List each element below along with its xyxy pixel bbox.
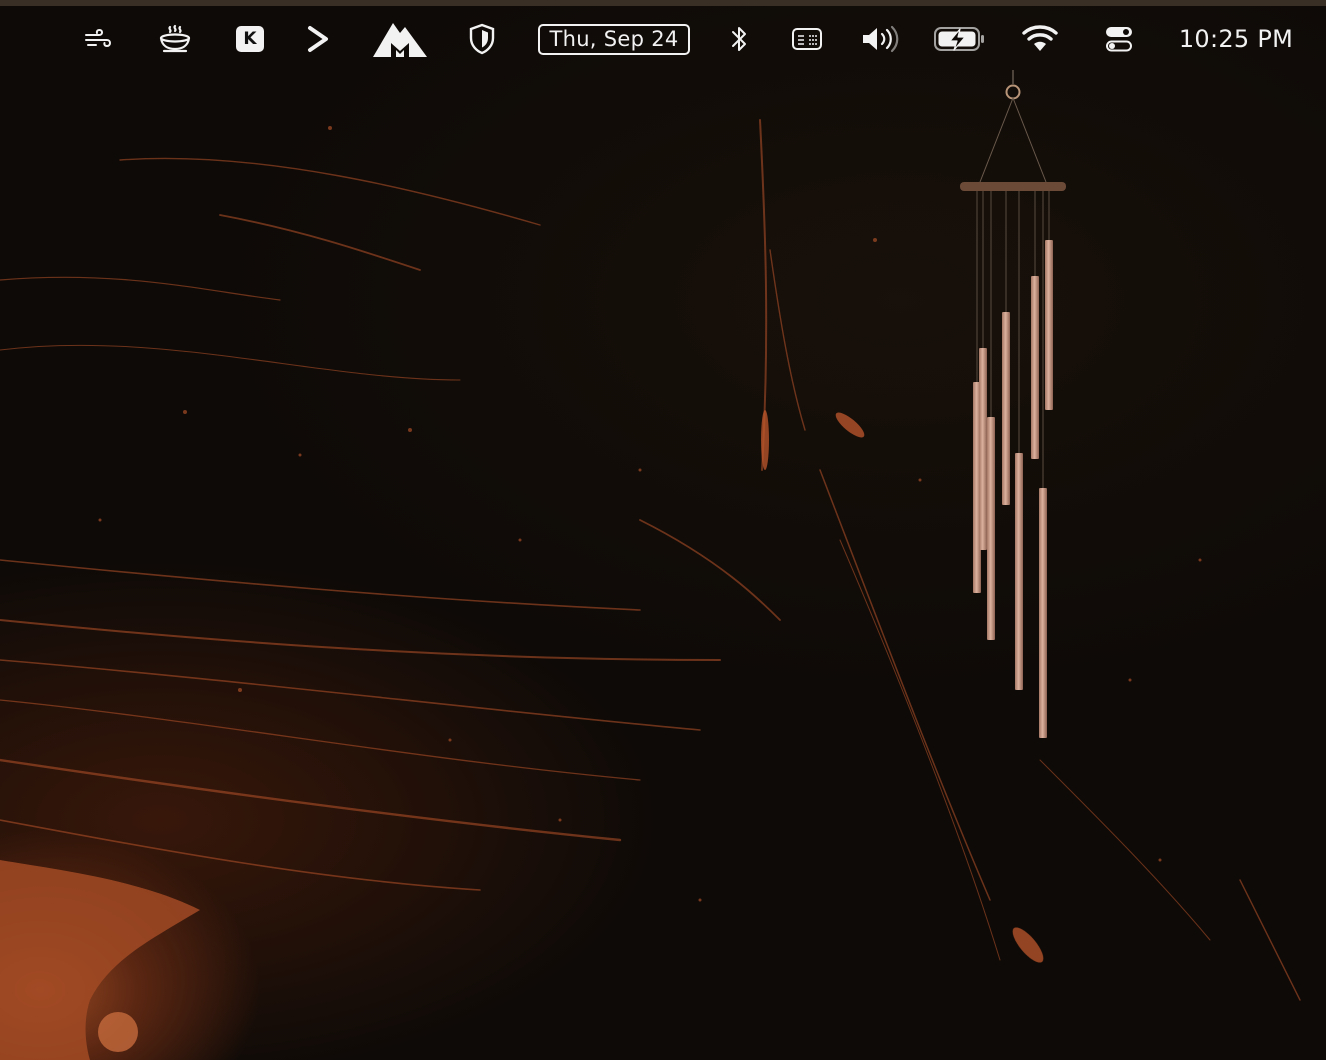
chime-ring xyxy=(1005,84,1021,100)
chime-tube xyxy=(1045,240,1053,410)
coffee-cup-icon[interactable] xyxy=(155,6,195,72)
chime-top-bar xyxy=(960,182,1066,191)
control-center-icon[interactable] xyxy=(1102,6,1136,72)
clock[interactable]: 10:25 PM xyxy=(1176,6,1296,72)
k-app-label: K xyxy=(236,26,264,52)
date-widget[interactable]: Thu, Sep 24 xyxy=(536,6,692,72)
chime-tube xyxy=(1002,312,1010,505)
k-app-icon[interactable]: K xyxy=(235,6,265,72)
battery-charging-icon[interactable] xyxy=(932,6,986,72)
chime-tube xyxy=(979,348,987,550)
keyboard-shortcuts-icon[interactable] xyxy=(789,6,825,72)
wind-icon[interactable] xyxy=(82,6,114,72)
chime-tube xyxy=(1031,276,1039,459)
mountain-m-icon[interactable] xyxy=(370,6,430,72)
chime-tube xyxy=(1015,453,1023,690)
clock-time: 10:25 PM xyxy=(1178,25,1294,53)
volume-icon[interactable] xyxy=(858,6,902,72)
chime-tube xyxy=(987,417,995,640)
chime-tube xyxy=(1039,488,1047,738)
date-label: Thu, Sep 24 xyxy=(538,23,690,55)
menu-bar: K Thu, Sep 24 10:25 PM xyxy=(0,6,1326,72)
shield-icon[interactable] xyxy=(466,6,498,72)
wallpaper xyxy=(0,119,1301,1060)
play-arrow-icon[interactable] xyxy=(302,6,334,72)
desktop: K Thu, Sep 24 10:25 PM xyxy=(0,0,1326,1060)
wind-chime-widget[interactable] xyxy=(950,70,1080,750)
wifi-icon[interactable] xyxy=(1021,6,1059,72)
bluetooth-icon[interactable] xyxy=(727,6,751,72)
